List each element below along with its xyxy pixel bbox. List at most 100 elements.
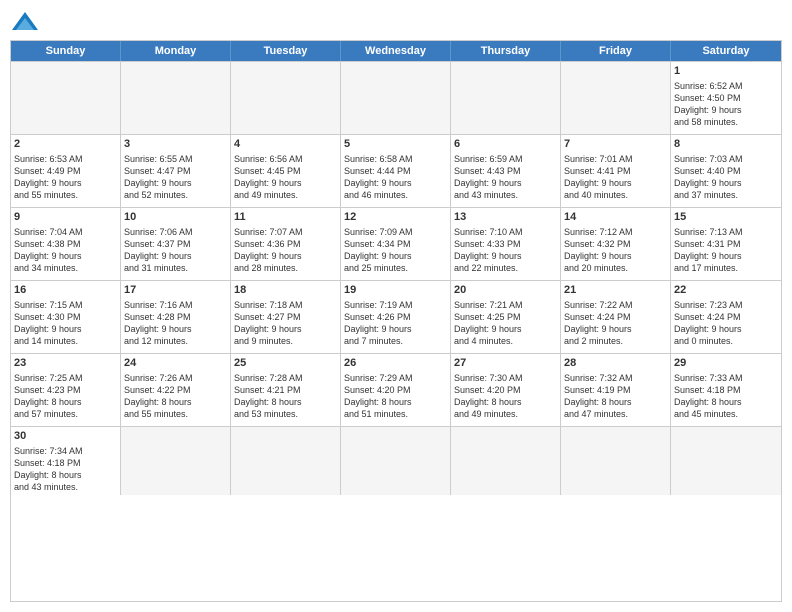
day-number: 26: [344, 356, 447, 371]
cal-cell: 20 Sunrise: 7:21 AM Sunset: 4:25 PM Dayli…: [451, 281, 561, 353]
day-info: Sunrise: 7:03 AM Sunset: 4:40 PM Dayligh…: [674, 154, 743, 200]
cal-cell: [11, 62, 121, 134]
cal-cell: 13 Sunrise: 7:10 AM Sunset: 4:33 PM Dayli…: [451, 208, 561, 280]
logo-icon: [10, 10, 40, 34]
day-info: Sunrise: 6:53 AM Sunset: 4:49 PM Dayligh…: [14, 154, 83, 200]
day-number: 17: [124, 283, 227, 298]
cal-cell: 8Sunrise: 7:03 AM Sunset: 4:40 PM Daylig…: [671, 135, 781, 207]
day-number: 10: [124, 210, 227, 225]
cal-cell: 11Sunrise: 7:07 AM Sunset: 4:36 PM Dayli…: [231, 208, 341, 280]
day-info: Sunrise: 7:15 AM Sunset: 4:30 PM Dayligh…: [14, 300, 83, 346]
cal-cell: 12Sunrise: 7:09 AM Sunset: 4:34 PM Dayli…: [341, 208, 451, 280]
day-number: 13: [454, 210, 557, 225]
cal-cell: 21Sunrise: 7:22 AM Sunset: 4:24 PM Dayli…: [561, 281, 671, 353]
day-info: Sunrise: 6:55 AM Sunset: 4:47 PM Dayligh…: [124, 154, 193, 200]
day-number: 16: [14, 283, 117, 298]
cal-cell: 16 Sunrise: 7:15 AM Sunset: 4:30 PM Dayli…: [11, 281, 121, 353]
day-number: 14: [564, 210, 667, 225]
cal-cell: 14 Sunrise: 7:12 AM Sunset: 4:32 PM Dayli…: [561, 208, 671, 280]
day-number: 21: [564, 283, 667, 298]
day-info: Sunrise: 7:25 AM Sunset: 4:23 PM Dayligh…: [14, 373, 83, 419]
cal-cell: 18Sunrise: 7:18 AM Sunset: 4:27 PM Dayli…: [231, 281, 341, 353]
day-number: 7: [564, 137, 667, 152]
day-number: 27: [454, 356, 557, 371]
cal-cell: 25 Sunrise: 7:28 AM Sunset: 4:21 PM Dayli…: [231, 354, 341, 426]
day-info: Sunrise: 7:12 AM Sunset: 4:32 PM Dayligh…: [564, 227, 633, 273]
day-number: 24: [124, 356, 227, 371]
cal-cell: 19Sunrise: 7:19 AM Sunset: 4:26 PM Dayli…: [341, 281, 451, 353]
day-info: Sunrise: 7:10 AM Sunset: 4:33 PM Dayligh…: [454, 227, 523, 273]
calendar: SundayMondayTuesdayWednesdayThursdayFrid…: [10, 40, 782, 602]
day-number: 15: [674, 210, 778, 225]
day-info: Sunrise: 6:56 AM Sunset: 4:45 PM Dayligh…: [234, 154, 303, 200]
header: [10, 10, 782, 34]
cal-cell: 24 Sunrise: 7:26 AM Sunset: 4:22 PM Dayli…: [121, 354, 231, 426]
calendar-body: 1 Sunrise: 6:52 AM Sunset: 4:50 PM Daylig…: [11, 61, 781, 495]
cal-cell: 17Sunrise: 7:16 AM Sunset: 4:28 PM Dayli…: [121, 281, 231, 353]
day-info: Sunrise: 7:32 AM Sunset: 4:19 PM Dayligh…: [564, 373, 633, 419]
day-number: 1: [674, 64, 778, 79]
day-number: 4: [234, 137, 337, 152]
cal-cell: 28 Sunrise: 7:32 AM Sunset: 4:19 PM Dayli…: [561, 354, 671, 426]
day-info: Sunrise: 7:23 AM Sunset: 4:24 PM Dayligh…: [674, 300, 743, 346]
day-info: Sunrise: 7:29 AM Sunset: 4:20 PM Dayligh…: [344, 373, 413, 419]
cal-cell: 1 Sunrise: 6:52 AM Sunset: 4:50 PM Daylig…: [671, 62, 781, 134]
cal-header-monday: Monday: [121, 41, 231, 61]
cal-cell: 23Sunrise: 7:25 AM Sunset: 4:23 PM Dayli…: [11, 354, 121, 426]
day-number: 25: [234, 356, 337, 371]
day-info: Sunrise: 7:18 AM Sunset: 4:27 PM Dayligh…: [234, 300, 303, 346]
day-info: Sunrise: 7:04 AM Sunset: 4:38 PM Dayligh…: [14, 227, 83, 273]
cal-cell: 29 Sunrise: 7:33 AM Sunset: 4:18 PM Dayli…: [671, 354, 781, 426]
cal-header-thursday: Thursday: [451, 41, 561, 61]
day-info: Sunrise: 7:26 AM Sunset: 4:22 PM Dayligh…: [124, 373, 193, 419]
day-info: Sunrise: 6:58 AM Sunset: 4:44 PM Dayligh…: [344, 154, 413, 200]
day-number: 2: [14, 137, 117, 152]
page: SundayMondayTuesdayWednesdayThursdayFrid…: [0, 0, 792, 612]
day-number: 6: [454, 137, 557, 152]
day-number: 9: [14, 210, 117, 225]
day-number: 28: [564, 356, 667, 371]
cal-row-3: 16 Sunrise: 7:15 AM Sunset: 4:30 PM Dayli…: [11, 280, 781, 353]
day-info: Sunrise: 7:34 AM Sunset: 4:18 PM Dayligh…: [14, 446, 83, 492]
cal-cell: [341, 62, 451, 134]
cal-header-friday: Friday: [561, 41, 671, 61]
day-number: 22: [674, 283, 778, 298]
cal-row-0: 1 Sunrise: 6:52 AM Sunset: 4:50 PM Daylig…: [11, 61, 781, 134]
cal-row-1: 2 Sunrise: 6:53 AM Sunset: 4:49 PM Daylig…: [11, 134, 781, 207]
day-number: 30: [14, 429, 117, 444]
cal-cell: 22 Sunrise: 7:23 AM Sunset: 4:24 PM Dayli…: [671, 281, 781, 353]
cal-cell: 2 Sunrise: 6:53 AM Sunset: 4:49 PM Daylig…: [11, 135, 121, 207]
day-number: 3: [124, 137, 227, 152]
day-info: Sunrise: 7:21 AM Sunset: 4:25 PM Dayligh…: [454, 300, 523, 346]
cal-row-2: 9 Sunrise: 7:04 AM Sunset: 4:38 PM Daylig…: [11, 207, 781, 280]
day-info: Sunrise: 7:33 AM Sunset: 4:18 PM Dayligh…: [674, 373, 743, 419]
cal-cell: 5Sunrise: 6:58 AM Sunset: 4:44 PM Daylig…: [341, 135, 451, 207]
cal-cell: [231, 427, 341, 495]
cal-cell: [561, 427, 671, 495]
day-info: Sunrise: 7:30 AM Sunset: 4:20 PM Dayligh…: [454, 373, 523, 419]
day-info: Sunrise: 7:28 AM Sunset: 4:21 PM Dayligh…: [234, 373, 303, 419]
cal-cell: 15Sunrise: 7:13 AM Sunset: 4:31 PM Dayli…: [671, 208, 781, 280]
cal-header-sunday: Sunday: [11, 41, 121, 61]
cal-cell: [231, 62, 341, 134]
day-number: 20: [454, 283, 557, 298]
day-number: 29: [674, 356, 778, 371]
cal-cell: 4 Sunrise: 6:56 AM Sunset: 4:45 PM Daylig…: [231, 135, 341, 207]
cal-cell: 30 Sunrise: 7:34 AM Sunset: 4:18 PM Dayli…: [11, 427, 121, 495]
logo: [10, 10, 44, 34]
cal-cell: [341, 427, 451, 495]
cal-cell: 27 Sunrise: 7:30 AM Sunset: 4:20 PM Dayli…: [451, 354, 561, 426]
day-number: 19: [344, 283, 447, 298]
cal-cell: [451, 427, 561, 495]
cal-cell: 9 Sunrise: 7:04 AM Sunset: 4:38 PM Daylig…: [11, 208, 121, 280]
day-info: Sunrise: 7:01 AM Sunset: 4:41 PM Dayligh…: [564, 154, 633, 200]
day-info: Sunrise: 7:09 AM Sunset: 4:34 PM Dayligh…: [344, 227, 413, 273]
cal-row-5: 30 Sunrise: 7:34 AM Sunset: 4:18 PM Dayli…: [11, 426, 781, 495]
cal-cell: 7 Sunrise: 7:01 AM Sunset: 4:41 PM Daylig…: [561, 135, 671, 207]
cal-header-saturday: Saturday: [671, 41, 781, 61]
day-info: Sunrise: 6:52 AM Sunset: 4:50 PM Dayligh…: [674, 81, 743, 127]
cal-header-tuesday: Tuesday: [231, 41, 341, 61]
cal-row-4: 23Sunrise: 7:25 AM Sunset: 4:23 PM Dayli…: [11, 353, 781, 426]
day-info: Sunrise: 6:59 AM Sunset: 4:43 PM Dayligh…: [454, 154, 523, 200]
cal-cell: 6 Sunrise: 6:59 AM Sunset: 4:43 PM Daylig…: [451, 135, 561, 207]
